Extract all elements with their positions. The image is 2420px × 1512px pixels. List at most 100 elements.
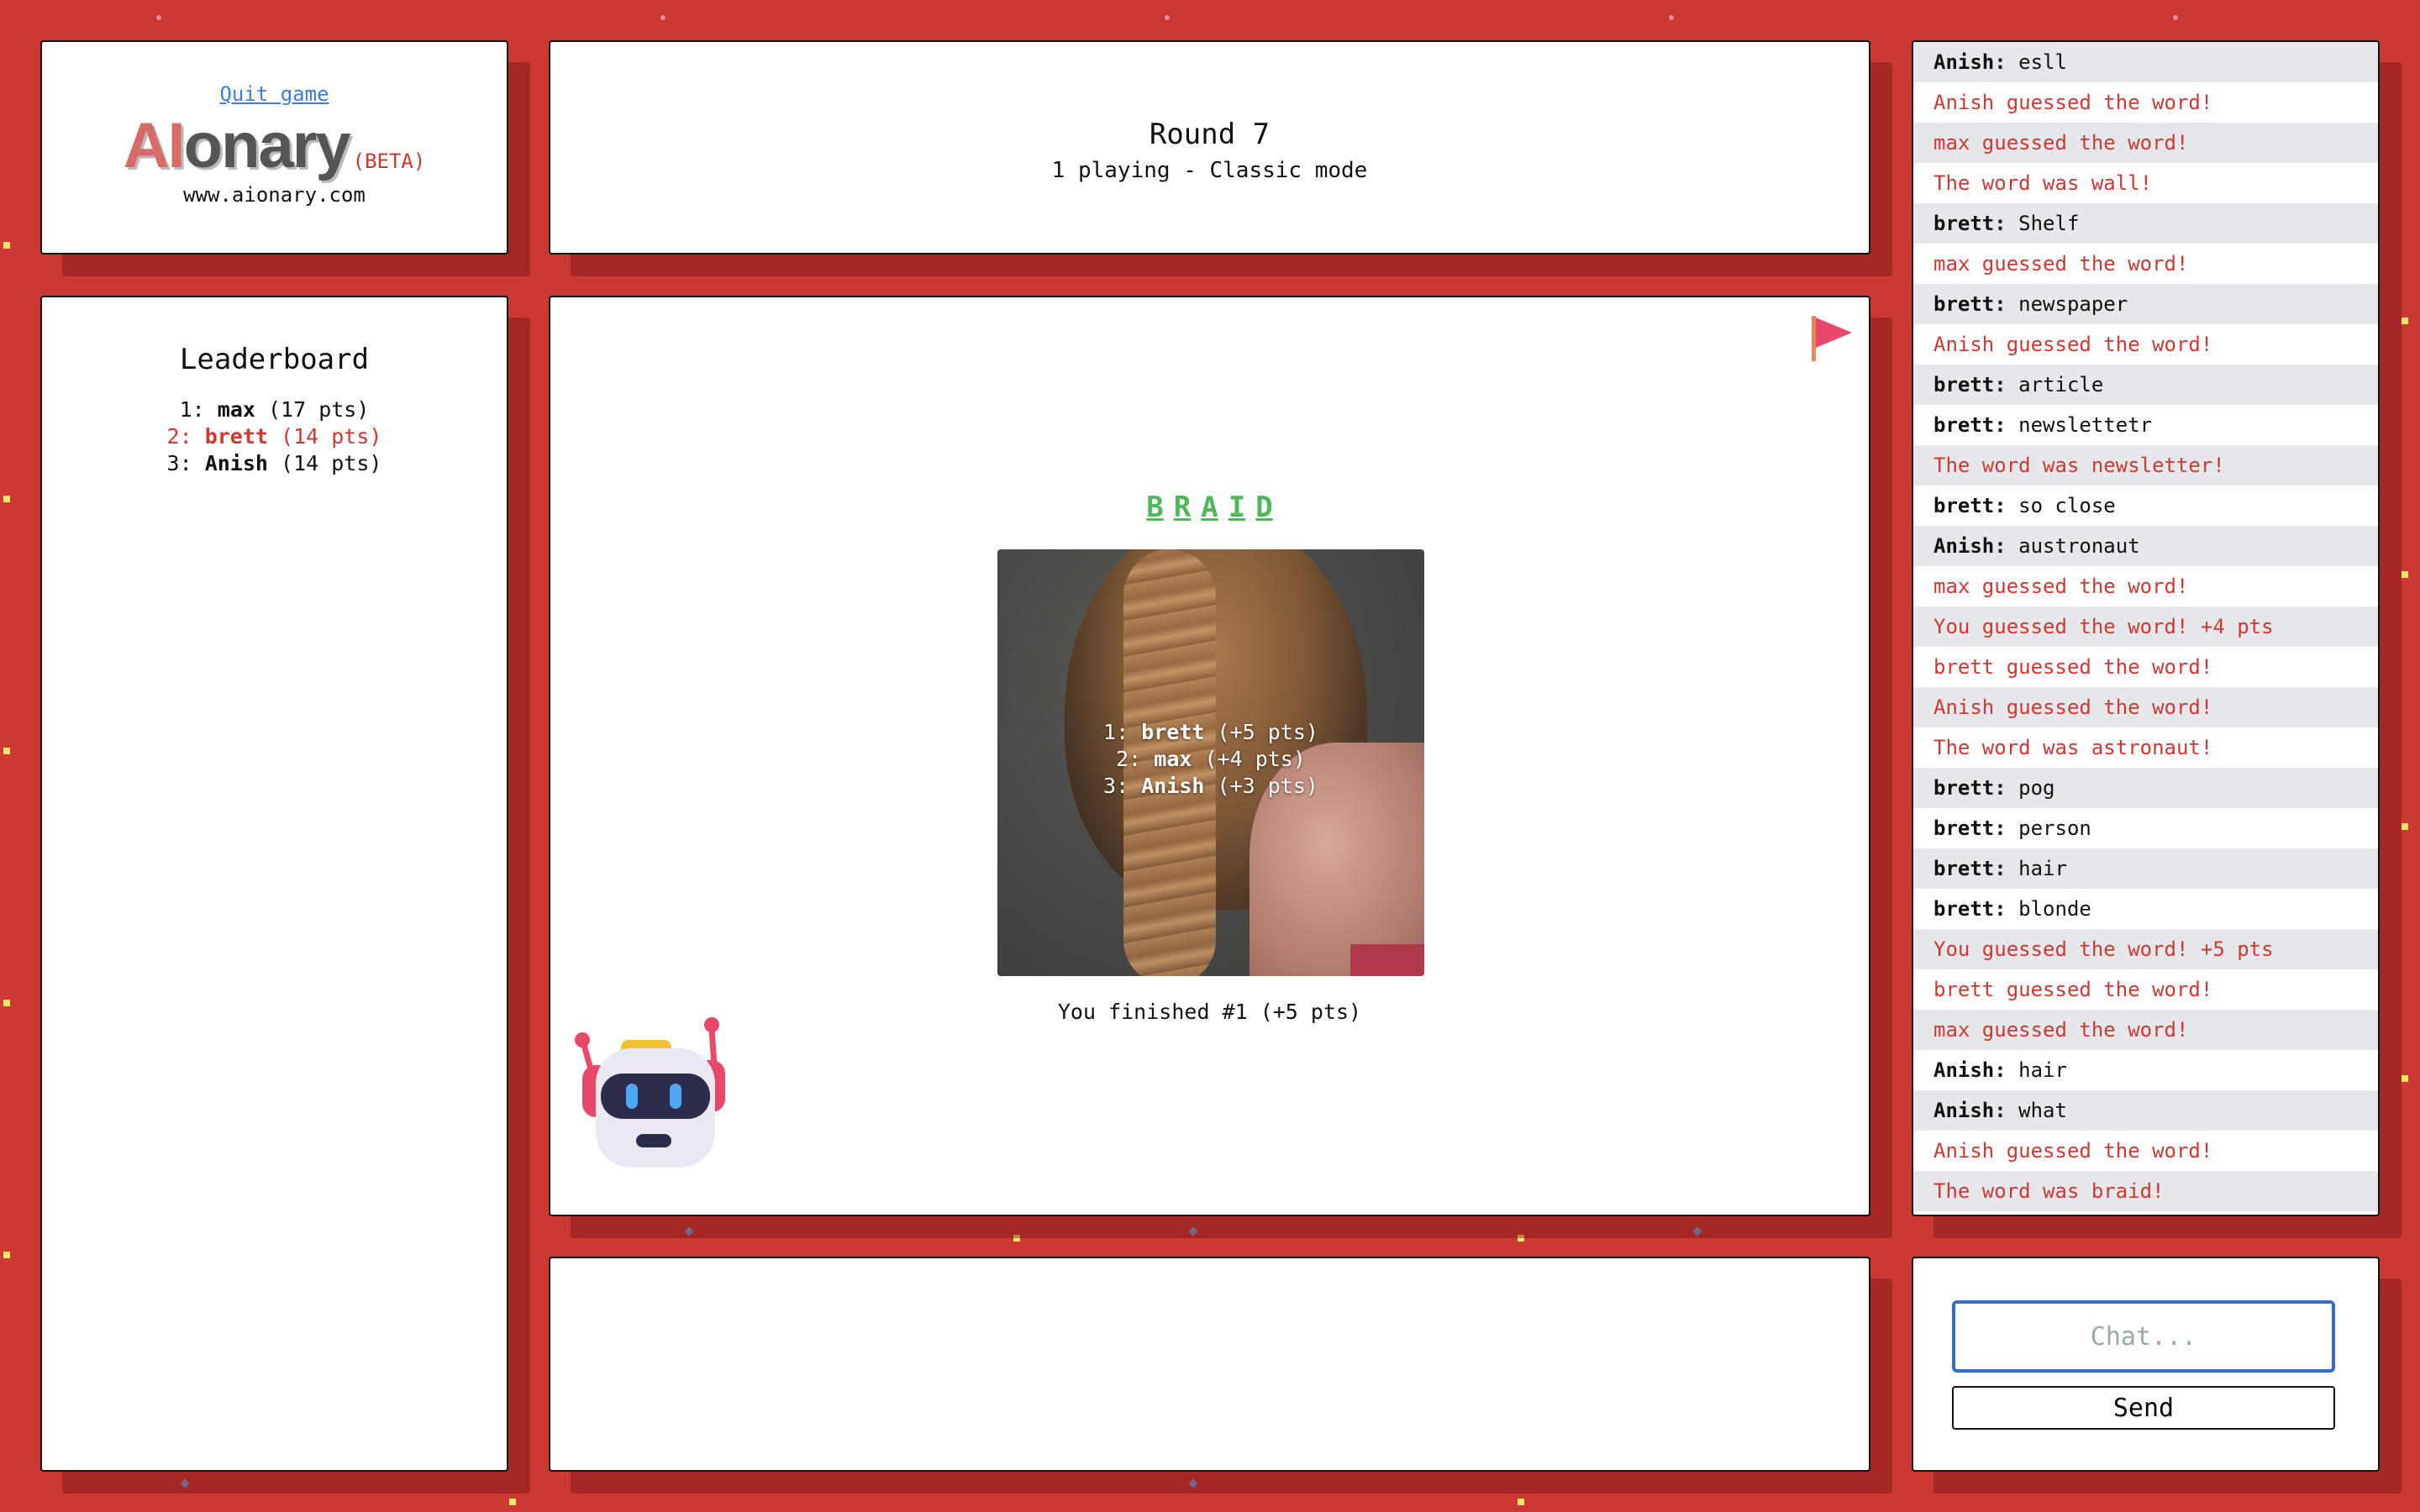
result-rank: 2:	[1116, 747, 1142, 771]
chat-message: The word was astronaut!	[1913, 727, 2378, 768]
logo-panel: Quit game AI onary (BETA) www.aionary.com	[40, 40, 508, 255]
confetti-piece	[660, 15, 666, 20]
chat-text: The word was wall!	[1933, 171, 2153, 195]
leaderboard-row: 3: Anish (14 pts)	[42, 450, 507, 477]
chat-message: Anish: what	[1913, 1090, 2378, 1131]
chat-text: max guessed the word!	[1933, 131, 2189, 155]
chat-message: brett: hair	[1913, 848, 2378, 889]
chat-message: brett guessed the word!	[1913, 969, 2378, 1010]
chat-message: Anish: hair	[1913, 1050, 2378, 1090]
chat-author: brett:	[1933, 857, 2007, 880]
answer-letter: D	[1255, 491, 1273, 524]
chat-text: brett guessed the word!	[1933, 655, 2213, 679]
leaderboard-title: Leaderboard	[179, 343, 370, 376]
chat-author: Anish:	[1933, 534, 2007, 558]
chat-text: austronaut	[2018, 534, 2140, 558]
round-panel: Round 7 1 playing - Classic mode	[549, 40, 1870, 255]
chat-message: max guessed the word!	[1913, 566, 2378, 606]
chat-message: brett: blonde	[1913, 889, 2378, 929]
confetti-piece	[3, 1000, 10, 1006]
chat-message: Anish guessed the word!	[1913, 82, 2378, 123]
chat-author: brett:	[1933, 494, 2007, 517]
chat-message: Anish: esll	[1913, 42, 2378, 82]
chat-message: max guessed the word!	[1913, 244, 2378, 284]
confetti-piece	[156, 15, 161, 20]
logo-ai-text: AI	[123, 110, 186, 181]
chat-message: brett: newspaper	[1913, 284, 2378, 324]
chat-author: brett:	[1933, 292, 2007, 316]
chat-text: The word was braid!	[1933, 1179, 2165, 1203]
answer-letter: B	[1146, 491, 1164, 524]
chat-message: max guessed the word!	[1913, 123, 2378, 163]
generated-image: 1: brett (+5 pts) 2: max (+4 pts) 3: Anish…	[997, 549, 1424, 976]
chat-author: Anish:	[1933, 50, 2007, 74]
chat-input-panel: Send	[1912, 1257, 2380, 1472]
confetti-piece	[684, 1226, 694, 1236]
chat-message: Anish guessed the word!	[1913, 1131, 2378, 1171]
chat-text: max guessed the word!	[1933, 1018, 2189, 1042]
round-title: Round 7	[1149, 118, 1270, 151]
confetti-piece	[180, 1478, 190, 1488]
chat-text: Anish guessed the word!	[1933, 1139, 2213, 1163]
chat-log-panel[interactable]: Anish: esll Anish guessed the word! max gu…	[1912, 40, 2380, 1216]
chat-author: brett:	[1933, 776, 2007, 800]
chat-text: brett guessed the word!	[1933, 978, 2213, 1001]
result-name: brett	[1141, 720, 1205, 744]
chat-message: brett: Shelf	[1913, 203, 2378, 244]
chat-text: Shelf	[2018, 212, 2080, 235]
answer-word: BRAID	[550, 491, 1869, 524]
confetti-piece	[1518, 1499, 1524, 1505]
chat-message: The word was braid!	[1913, 1171, 2378, 1211]
chat-author: brett:	[1933, 212, 2007, 235]
chat-message: The word was newsletter!	[1913, 445, 2378, 486]
result-rank: 1:	[1103, 720, 1129, 744]
chat-text: hair	[2018, 1058, 2067, 1082]
leaderboard-rank: 3:	[166, 451, 192, 475]
confetti-piece	[3, 1252, 10, 1258]
chat-message: brett: pog	[1913, 768, 2378, 808]
result-points: (+3 pts)	[1217, 774, 1318, 798]
round-results: 1: brett (+5 pts) 2: max (+4 pts) 3: Anish…	[997, 719, 1424, 800]
chat-message: Anish guessed the word!	[1913, 324, 2378, 365]
confetti-piece	[509, 1499, 516, 1505]
confetti-piece	[1188, 1226, 1198, 1236]
result-points: (+4 pts)	[1204, 747, 1306, 771]
chat-message: brett guessed the word!	[1913, 647, 2378, 687]
chat-message: The word was wall!	[1913, 163, 2378, 203]
chat-text: pog	[2018, 776, 2055, 800]
chat-message: brett: person	[1913, 808, 2378, 848]
site-url: www.aionary.com	[183, 183, 366, 207]
confetti-piece	[2173, 15, 2178, 20]
game-panel: BRAID 1: brett (+5 pts) 2: max (+4 pts) 3:…	[549, 296, 1870, 1216]
quit-game-link[interactable]: Quit game	[42, 82, 507, 106]
confetti-piece	[2402, 571, 2408, 578]
chat-author: brett:	[1933, 413, 2007, 437]
chat-author: Anish:	[1933, 1058, 2007, 1082]
result-points: (+5 pts)	[1217, 720, 1318, 744]
confetti-piece	[1165, 15, 1170, 20]
chat-message-list: Anish: esll Anish guessed the word! max gu…	[1913, 42, 2378, 1211]
chat-input[interactable]	[1952, 1300, 2335, 1373]
leaderboard-points: (14 pts)	[281, 424, 382, 449]
send-button[interactable]: Send	[1952, 1386, 2335, 1430]
result-row: 2: max (+4 pts)	[997, 746, 1424, 773]
logo-rest-text: onary	[183, 110, 351, 181]
report-flag-icon[interactable]	[1808, 312, 1855, 363]
chat-text: Anish guessed the word!	[1933, 91, 2213, 114]
confetti-piece	[2402, 823, 2408, 830]
leaderboard-name: max	[217, 397, 255, 422]
chat-text: You guessed the word! +5 pts	[1933, 937, 2274, 961]
confetti-piece	[1669, 15, 1674, 20]
chat-text: max guessed the word!	[1933, 575, 2189, 598]
leaderboard-list: 1: max (17 pts) 2: brett (14 pts) 3: Anish…	[42, 396, 507, 477]
result-name: max	[1154, 747, 1192, 771]
robot-mascot-icon	[575, 1017, 725, 1168]
chat-text: The word was astronaut!	[1933, 736, 2213, 759]
leaderboard-rank: 1:	[179, 397, 205, 422]
chat-text: The word was newsletter!	[1933, 454, 2225, 477]
chat-text: person	[2018, 816, 2091, 840]
chat-text: article	[2018, 373, 2104, 396]
confetti-piece	[2402, 1075, 2408, 1082]
chat-text: newspaper	[2018, 292, 2128, 316]
leaderboard-points: (14 pts)	[281, 451, 382, 475]
